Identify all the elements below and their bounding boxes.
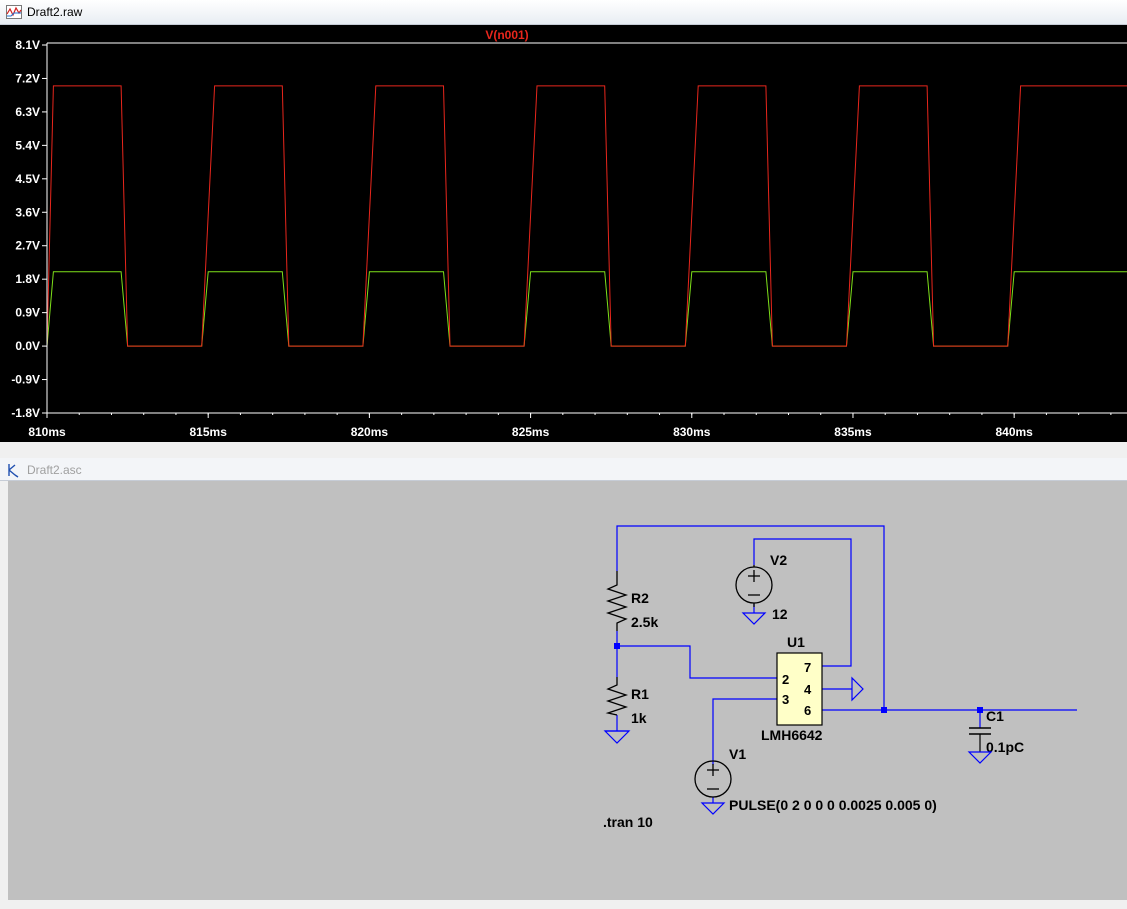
waveform-chart[interactable]: 8.1V 7.2V 6.3V 5.4V 4.5V 3.6V 2.7V 1.8V 0.9V 0.0V…: [0, 25, 1127, 442]
schematic-background: [8, 481, 1127, 900]
trace-label-vn001[interactable]: V(n001): [485, 28, 528, 42]
schematic-canvas[interactable]: R2 2.5k R1 1k V2 12 U1 LMH6642 2 3 7 4 6…: [0, 481, 1127, 904]
r1-name: R1: [631, 686, 649, 702]
x-axis-panel: [0, 413, 1127, 442]
pin-2-label: 2: [782, 672, 789, 687]
r1-value: 1k: [631, 710, 647, 726]
y-tick-label: 1.8V: [15, 272, 40, 286]
junction-dot: [977, 707, 983, 713]
spice-directive[interactable]: .tran 10: [603, 814, 653, 830]
c1-name: C1: [986, 708, 1004, 724]
schematic-svg[interactable]: R2 2.5k R1 1k V2 12 U1 LMH6642 2 3 7 4 6…: [0, 481, 1127, 904]
x-tick-label: 835ms: [834, 425, 872, 439]
waveform-plot-area[interactable]: 8.1V 7.2V 6.3V 5.4V 4.5V 3.6V 2.7V 1.8V 0.9V 0.0V…: [0, 25, 1127, 442]
y-tick-label: -0.9V: [11, 373, 40, 387]
schematic-window: Draft2.asc R2 2.5k R1 1k V2 12 U1 LMH664…: [0, 452, 1127, 904]
v1-name: V1: [729, 746, 746, 762]
r2-value: 2.5k: [631, 614, 658, 630]
y-tick-label: 8.1V: [15, 38, 40, 52]
schematic-bottom-border: [0, 900, 1127, 904]
y-tick-label: 4.5V: [15, 172, 40, 186]
v2-value: 12: [772, 606, 788, 622]
y-tick-label: 2.7V: [15, 239, 40, 253]
schematic-window-title: Draft2.asc: [27, 463, 82, 477]
x-tick-label: 830ms: [673, 425, 711, 439]
x-tick-label: 840ms: [995, 425, 1033, 439]
r2-name: R2: [631, 590, 649, 606]
pin-3-label: 3: [782, 692, 789, 707]
pin-7-label: 7: [804, 660, 811, 675]
u1-name: U1: [787, 634, 805, 650]
waveform-icon: [6, 5, 22, 19]
y-tick-label: -1.8V: [11, 406, 40, 420]
u1-part: LMH6642: [761, 727, 823, 743]
schematic-left-border: [0, 481, 8, 904]
y-tick-label: 0.0V: [15, 339, 40, 353]
waveform-titlebar[interactable]: Draft2.raw: [0, 0, 1127, 25]
y-tick-label: 0.9V: [15, 306, 40, 320]
waveform-window-title: Draft2.raw: [27, 5, 83, 19]
junction-dot: [614, 643, 620, 649]
opamp-body: [776, 652, 823, 726]
x-tick-label: 820ms: [351, 425, 389, 439]
x-tick-label: 825ms: [512, 425, 550, 439]
pin-6-label: 6: [804, 703, 811, 718]
waveform-window: Draft2.raw 8.1V 7.2V 6.3V 5.4V 4.5V 3.6V 2.7V 1…: [0, 0, 1127, 445]
v2-name: V2: [770, 552, 787, 568]
x-tick-label: 815ms: [190, 425, 228, 439]
y-tick-label: 7.2V: [15, 71, 40, 85]
plot-black-area: [47, 25, 1127, 413]
c1-value: 0.1pC: [986, 739, 1024, 755]
pin-4-label: 4: [804, 682, 812, 697]
y-tick-label: 5.4V: [15, 138, 40, 152]
y-tick-label: 3.6V: [15, 205, 40, 219]
y-tick-label: 6.3V: [15, 105, 40, 119]
junction-dot: [881, 707, 887, 713]
x-tick-label: 810ms: [28, 425, 66, 439]
schematic-titlebar[interactable]: Draft2.asc: [0, 458, 1127, 481]
schematic-icon: [8, 464, 19, 478]
v1-value: PULSE(0 2 0 0 0 0.0025 0.005 0): [729, 797, 937, 813]
